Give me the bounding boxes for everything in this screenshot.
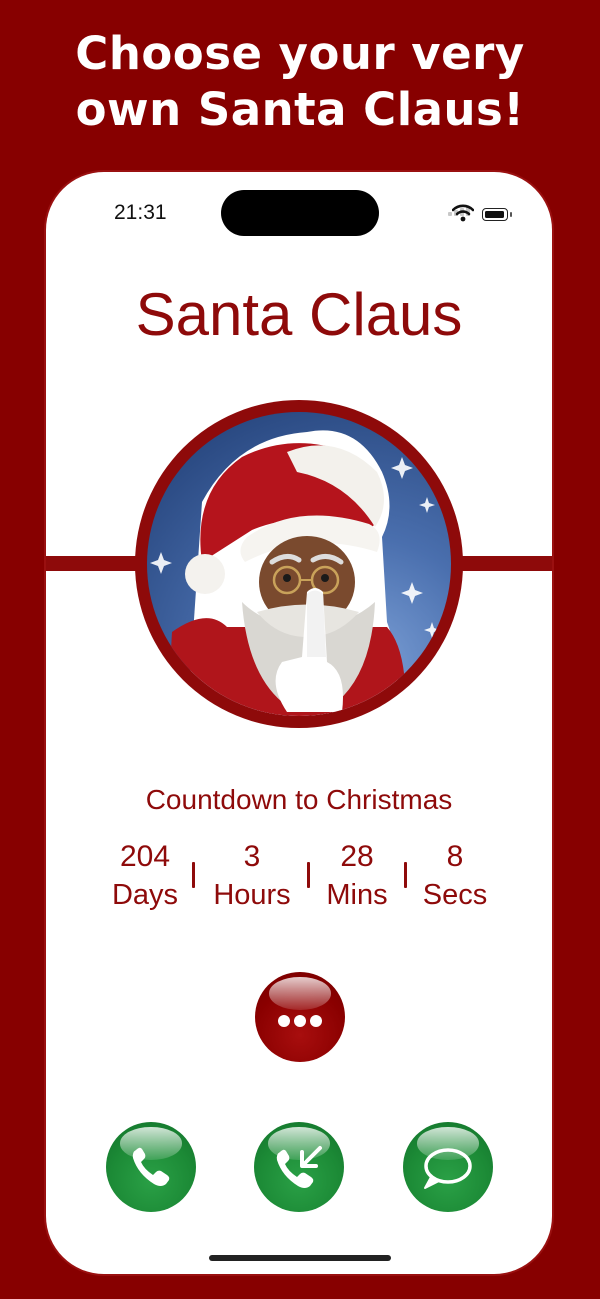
- more-button[interactable]: [255, 972, 345, 1062]
- countdown-divider: [404, 862, 407, 888]
- promo-line-2: own Santa Claus!: [75, 83, 525, 136]
- mins-unit: Mins: [326, 879, 388, 911]
- phone-screen: 21:31 Santa Claus Countdown to Christmas…: [46, 172, 552, 1274]
- countdown-hours: 3 Hours: [206, 838, 298, 914]
- incoming-call-icon: [276, 1146, 322, 1188]
- countdown-divider: [192, 862, 195, 888]
- wifi-icon: [452, 204, 474, 222]
- secs-unit: Secs: [422, 879, 488, 911]
- promo-headline: Choose your very own Santa Claus!: [0, 26, 600, 138]
- call-button[interactable]: [106, 1122, 196, 1212]
- days-unit: Days: [111, 879, 179, 911]
- hours-unit: Hours: [213, 879, 291, 911]
- message-button[interactable]: [403, 1122, 493, 1212]
- santa-illustration: [150, 430, 440, 716]
- contact-name: Santa Claus: [135, 281, 463, 348]
- ellipsis-icon: [278, 1015, 322, 1027]
- countdown-mins: 28 Mins: [320, 838, 394, 914]
- message-bubble-icon: [424, 1148, 472, 1189]
- home-indicator[interactable]: [209, 1255, 391, 1261]
- mins-value: 28: [340, 840, 374, 873]
- countdown-secs: 8 Secs: [416, 838, 494, 914]
- countdown-days: 204 Days: [106, 838, 184, 914]
- promo-line-1: Choose your very: [75, 27, 525, 80]
- countdown-divider: [307, 862, 310, 888]
- countdown-label: Countdown to Christmas: [145, 784, 453, 815]
- santa-portrait-frame: [135, 400, 463, 728]
- dynamic-island: [221, 190, 379, 236]
- status-time: 21:31: [114, 201, 167, 224]
- secs-value: 8: [446, 840, 464, 873]
- santa-portrait: [147, 412, 451, 716]
- battery-icon: [482, 208, 512, 221]
- days-value: 204: [119, 840, 171, 873]
- phone-icon: [132, 1147, 170, 1186]
- incoming-call-button[interactable]: [254, 1122, 344, 1212]
- hours-value: 3: [243, 840, 261, 873]
